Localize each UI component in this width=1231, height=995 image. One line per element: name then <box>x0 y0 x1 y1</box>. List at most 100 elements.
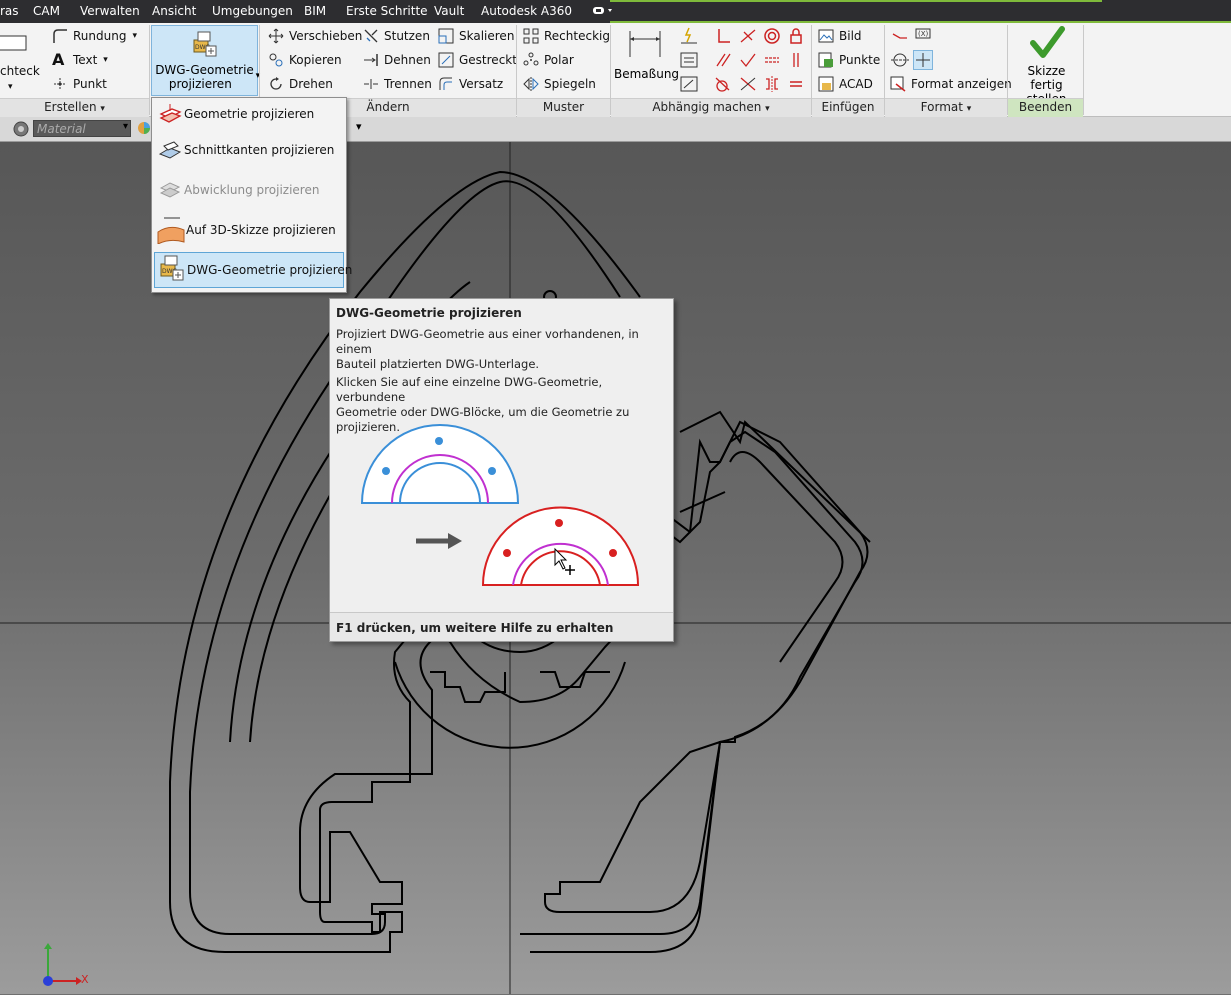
chevron-down-icon[interactable]: ▾ <box>123 121 128 132</box>
menu-bim[interactable]: BIM <box>304 4 326 18</box>
text-a-icon: A <box>52 50 65 69</box>
driven-dimension-icon[interactable]: (X) <box>913 26 933 46</box>
fillet-icon <box>52 28 68 44</box>
format-anzeigen-button[interactable]: Format anzeigen <box>890 74 1012 94</box>
spiegeln-button[interactable]: Spiegeln <box>523 74 596 94</box>
move-icon <box>268 28 284 44</box>
horizontal-icon[interactable] <box>762 50 782 70</box>
menu-item-label: DWG-Geometrie projizieren <box>187 263 353 277</box>
kopieren-button[interactable]: Kopieren <box>268 50 342 70</box>
smooth-icon[interactable] <box>738 74 758 94</box>
trim-icon <box>363 28 379 44</box>
erstellen-panel-footer[interactable]: Erstellen ▾ <box>0 98 149 117</box>
menu-item-abwicklung-projizieren[interactable]: Abwicklung projizieren <box>154 172 344 208</box>
abhaengig-footer-label: Abhängig machen <box>652 100 762 114</box>
point-icon <box>52 76 68 92</box>
perpendicular-icon[interactable] <box>738 50 758 70</box>
menu-item-label: Schnittkanten projizieren <box>184 143 335 157</box>
trennen-button[interactable]: Trennen <box>363 74 432 94</box>
menu-umgebungen[interactable]: Umgebungen <box>212 4 293 18</box>
menu-ras[interactable]: ras <box>0 4 19 18</box>
erstellen-footer-label: Erstellen <box>44 100 97 114</box>
bild-button[interactable]: Bild <box>818 26 862 46</box>
parallel-icon[interactable] <box>713 50 733 70</box>
menu-item-dwg-geometrie-projizieren[interactable]: DWG DWG-Geometrie projizieren <box>154 252 352 288</box>
format-anzeigen-label: Format anzeigen <box>911 77 1012 91</box>
menu-ansicht[interactable]: Ansicht <box>152 4 196 18</box>
project-geometry-icon <box>158 102 184 126</box>
material-combo[interactable]: Material <box>33 120 131 137</box>
dwg-geometrie-projizieren-button[interactable]: DWG DWG-Geometrie projizieren ▾ <box>151 25 260 96</box>
auto-dimension-icon[interactable] <box>679 26 699 46</box>
einfuegen-panel-footer: Einfügen <box>812 98 884 117</box>
menu-item-auf-3d-skizze-projizieren[interactable]: Auf 3D-Skizze projizieren <box>154 212 344 248</box>
format-panel-footer[interactable]: Format ▾ <box>885 98 1007 117</box>
dwg-project-icon: DWG <box>157 254 187 286</box>
center-point-icon[interactable] <box>913 50 933 70</box>
menu-verwalten[interactable]: Verwalten <box>80 4 140 18</box>
punkt-button[interactable]: Punkt <box>52 74 107 94</box>
muster-footer-label: Muster <box>542 100 585 114</box>
tooltip-dwg-geometrie: DWG-Geometrie projizieren Projiziert DWG… <box>329 298 674 642</box>
tooltip-title: DWG-Geometrie projizieren <box>336 306 522 320</box>
relax-icon[interactable] <box>679 74 699 94</box>
text-button[interactable]: A Text ▾ <box>52 50 108 70</box>
tangent-icon[interactable] <box>713 74 733 94</box>
appearance-icon[interactable] <box>13 121 29 140</box>
versatz-label: Versatz <box>459 77 504 91</box>
menu-autodesk-a360[interactable]: Autodesk A360 <box>481 4 572 18</box>
menu-item-label: Auf 3D-Skizze projizieren <box>186 223 336 237</box>
polar-label: Polar <box>544 53 574 67</box>
beenden-line1: Skizze <box>1027 64 1066 78</box>
menu-erste-schritte[interactable]: Erste Schritte <box>346 4 428 18</box>
punkte-button[interactable]: Punkte <box>818 50 880 70</box>
menu-bar: ras CAM Verwalten Ansicht Umgebungen BIM… <box>0 0 1231 23</box>
overflow-menu-icon[interactable]: ▾ <box>356 120 362 133</box>
color-wheel-icon[interactable] <box>137 121 151 138</box>
rechteckig-button[interactable]: Rechteckig <box>523 26 610 46</box>
verschieben-button[interactable]: Verschieben <box>268 26 362 46</box>
centerline-icon[interactable] <box>890 50 910 70</box>
punkte-label: Punkte <box>839 53 881 67</box>
trennen-label: Trennen <box>384 77 432 91</box>
gestreckt-label: Gestreckt <box>459 53 517 67</box>
dimension-icon <box>628 27 662 61</box>
rotate-icon <box>268 76 284 92</box>
skalieren-label: Skalieren <box>459 29 515 43</box>
menu-overflow-icon[interactable] <box>592 5 614 20</box>
menu-item-geometrie-projizieren[interactable]: Geometrie projizieren <box>154 96 344 132</box>
stutzen-button[interactable]: Stutzen <box>363 26 430 46</box>
skizze-fertig-stellen-button[interactable]: Skizze fertig stellen <box>1010 25 1083 106</box>
fix-lock-icon[interactable] <box>786 26 806 46</box>
menu-item-schnittkanten-projizieren[interactable]: Schnittkanten projizieren <box>154 132 344 168</box>
menu-vault[interactable]: Vault <box>434 4 464 18</box>
dehnen-button[interactable]: Dehnen <box>363 50 431 70</box>
versatz-button[interactable]: Versatz <box>438 74 503 94</box>
bemassung-button[interactable]: Bemaßung <box>614 27 679 81</box>
abhaengig-panel-footer[interactable]: Abhängig machen ▾ <box>611 98 811 117</box>
mirror-icon <box>523 76 539 92</box>
rechteck-dropdown-icon[interactable]: ▾ <box>8 77 13 97</box>
checkmark-icon <box>1029 25 1065 61</box>
symmetric-icon[interactable] <box>762 74 782 94</box>
menu-cam[interactable]: CAM <box>33 4 60 18</box>
acad-button[interactable]: ACAD <box>818 74 873 94</box>
gestreckt-button[interactable]: Gestreckt <box>438 50 517 70</box>
image-icon <box>818 28 834 44</box>
rechteck-button[interactable]: chteck <box>0 61 40 81</box>
rundung-button[interactable]: Rundung ▾ <box>52 26 137 46</box>
construction-icon[interactable] <box>890 26 910 46</box>
show-constraints-icon[interactable] <box>679 50 699 70</box>
stretch-icon <box>438 52 454 68</box>
tooltip-footer-text: F1 drücken, um weitere Hilfe zu erhalten <box>336 621 614 635</box>
drehen-button[interactable]: Drehen <box>268 74 333 94</box>
copy-icon <box>268 52 284 68</box>
skalieren-button[interactable]: Skalieren <box>438 26 514 46</box>
coincident-icon[interactable] <box>713 26 733 46</box>
collinear-icon[interactable] <box>738 26 758 46</box>
vertical-icon[interactable] <box>786 50 806 70</box>
concentric-icon[interactable] <box>762 26 782 46</box>
project-to-3d-sketch-icon <box>154 216 186 245</box>
polar-button[interactable]: Polar <box>523 50 574 70</box>
equal-icon[interactable] <box>786 74 806 94</box>
